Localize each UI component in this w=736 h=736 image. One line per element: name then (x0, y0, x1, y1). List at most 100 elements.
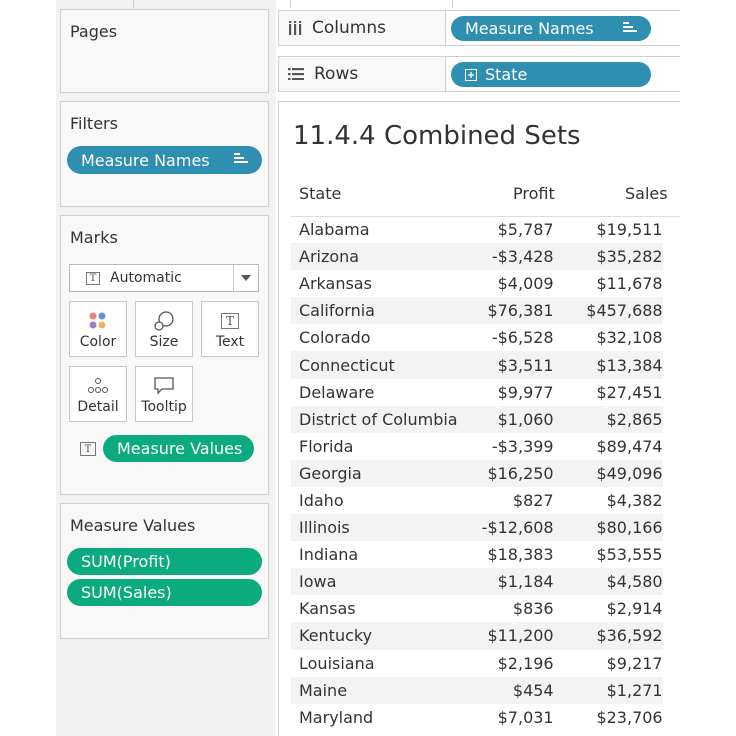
sales-cell[interactable]: $27,451 (554, 379, 662, 406)
state-cell[interactable]: Arkansas (291, 270, 458, 297)
sales-cell[interactable]: $80,166 (553, 514, 663, 542)
marks-pill-label: Measure Values (117, 439, 243, 458)
sales-cell[interactable]: $19,511 (554, 216, 662, 243)
state-cell[interactable]: California (291, 297, 458, 325)
sales-cell[interactable]: $49,096 (553, 459, 663, 487)
table-row[interactable]: Louisiana $2,196 $9,217 (291, 650, 663, 677)
top-divider (133, 0, 134, 8)
profit-cell[interactable]: $454 (457, 676, 554, 704)
sales-cell[interactable]: $53,555 (554, 541, 662, 568)
state-cell[interactable]: Alabama (291, 216, 458, 243)
state-cell[interactable]: Delaware (291, 379, 458, 406)
color-button[interactable]: Color (69, 301, 127, 357)
sales-cell[interactable]: $4,382 (554, 487, 663, 514)
state-cell[interactable]: Maine (291, 676, 458, 704)
sales-cell[interactable]: $2,914 (554, 595, 663, 622)
table-row[interactable]: Delaware $9,977 $27,451 (291, 379, 663, 406)
columns-pill-measure-names[interactable]: Measure Names (451, 16, 651, 41)
sales-cell[interactable]: $89,474 (554, 433, 662, 460)
profit-cell[interactable]: $1,060 (457, 405, 554, 433)
table-row[interactable]: Kentucky $11,200 $36,592 (291, 622, 663, 650)
state-cell[interactable]: Connecticut (291, 351, 458, 379)
rows-pill-state[interactable]: State (451, 62, 651, 87)
table-row[interactable]: Maryland $7,031 $23,706 (291, 704, 663, 731)
sales-cell[interactable]: $457,688 (553, 297, 663, 325)
sales-cell[interactable]: $32,108 (554, 324, 662, 351)
profit-cell[interactable]: $18,383 (458, 541, 553, 568)
mark-type-label: Automatic (110, 270, 182, 286)
profit-cell[interactable]: -$3,399 (458, 433, 554, 460)
state-cell[interactable]: Maryland (291, 704, 458, 731)
column-header-sales[interactable]: Sales (625, 184, 668, 203)
state-cell[interactable]: Georgia (291, 459, 458, 487)
profit-cell[interactable]: $5,787 (458, 216, 554, 243)
sales-cell[interactable]: $11,678 (554, 270, 662, 297)
state-cell[interactable]: Indiana (291, 541, 458, 568)
mark-type-dropdown[interactable]: T Automatic (69, 264, 259, 292)
detail-button-label: Detail (77, 399, 119, 415)
profit-cell[interactable]: $3,511 (457, 351, 554, 379)
sales-cell[interactable]: $9,217 (554, 650, 663, 677)
detail-button[interactable]: Detail (69, 366, 127, 422)
measure-pill-sum-profit[interactable]: SUM(Profit) (67, 548, 262, 575)
table-row[interactable]: Colorado -$6,528 $32,108 (291, 324, 663, 351)
measure-pill-sum-sales[interactable]: SUM(Sales) (67, 579, 262, 606)
table-row[interactable]: Georgia $16,250 $49,096 (291, 459, 663, 487)
marks-pill-measure-values[interactable]: Measure Values (103, 435, 254, 462)
profit-cell[interactable]: $836 (458, 595, 554, 622)
profit-cell[interactable]: -$12,608 (457, 514, 554, 542)
sales-cell[interactable]: $35,282 (553, 243, 663, 271)
table-row[interactable]: Indiana $18,383 $53,555 (291, 541, 663, 568)
profit-cell[interactable]: $16,250 (457, 459, 554, 487)
table-row[interactable]: Illinois -$12,608 $80,166 (291, 514, 663, 542)
profit-cell[interactable]: $76,381 (457, 297, 554, 325)
profit-cell[interactable]: $827 (458, 487, 554, 514)
state-cell[interactable]: Idaho (291, 487, 458, 514)
table-row[interactable]: Connecticut $3,511 $13,384 (291, 351, 663, 379)
sales-cell[interactable]: $36,592 (553, 622, 663, 650)
table-row[interactable]: Florida -$3,399 $89,474 (291, 433, 663, 460)
table-row[interactable]: California $76,381 $457,688 (291, 297, 663, 325)
table-row[interactable]: Maine $454 $1,271 (291, 676, 663, 704)
state-cell[interactable]: Kentucky (291, 622, 458, 650)
column-header-profit[interactable]: Profit (513, 184, 555, 203)
state-cell[interactable]: Kansas (291, 595, 458, 622)
sales-cell[interactable]: $4,580 (553, 568, 663, 596)
profit-cell[interactable]: -$3,428 (457, 243, 554, 271)
column-header-state[interactable]: State (299, 184, 341, 203)
state-cell[interactable]: Colorado (291, 324, 458, 351)
profit-cell[interactable]: $4,009 (458, 270, 554, 297)
text-button[interactable]: T Text (201, 301, 259, 357)
filters-card-title: Filters (70, 114, 118, 133)
profit-cell[interactable]: $2,196 (458, 650, 554, 677)
size-button[interactable]: Size (135, 301, 193, 357)
state-cell[interactable]: District of Columbia (291, 405, 458, 433)
state-cell[interactable]: Louisiana (291, 650, 458, 677)
profit-cell[interactable]: $7,031 (458, 704, 554, 731)
pages-card[interactable]: Pages (60, 9, 269, 93)
table-row[interactable]: Iowa $1,184 $4,580 (291, 568, 663, 596)
table-row[interactable]: District of Columbia $1,060 $2,865 (291, 405, 663, 433)
sales-cell[interactable]: $13,384 (553, 351, 663, 379)
table-row[interactable]: Idaho $827 $4,382 (291, 487, 663, 514)
profit-cell[interactable]: $1,184 (457, 568, 554, 596)
state-cell[interactable]: Illinois (291, 514, 458, 542)
state-cell[interactable]: Florida (291, 433, 458, 460)
profit-cell[interactable]: $9,977 (458, 379, 554, 406)
filter-pill-measure-names[interactable]: Measure Names (67, 146, 262, 174)
sales-cell[interactable]: $23,706 (554, 704, 662, 731)
tooltip-button[interactable]: Tooltip (135, 366, 193, 422)
state-cell[interactable]: Iowa (291, 568, 458, 596)
text-encoding-icon: T (80, 442, 96, 456)
table-row[interactable]: Arkansas $4,009 $11,678 (291, 270, 663, 297)
profit-cell[interactable]: $11,200 (457, 622, 554, 650)
sales-cell[interactable]: $1,271 (553, 676, 663, 704)
table-row[interactable]: Arizona -$3,428 $35,282 (291, 243, 663, 271)
table-row[interactable]: Alabama $5,787 $19,511 (291, 216, 663, 243)
table-row[interactable]: Kansas $836 $2,914 (291, 595, 663, 622)
text-mark-icon: T (86, 271, 100, 285)
state-cell[interactable]: Arizona (291, 243, 458, 271)
measure-pill-label: SUM(Sales) (81, 583, 172, 602)
profit-cell[interactable]: -$6,528 (458, 324, 554, 351)
sales-cell[interactable]: $2,865 (553, 405, 663, 433)
